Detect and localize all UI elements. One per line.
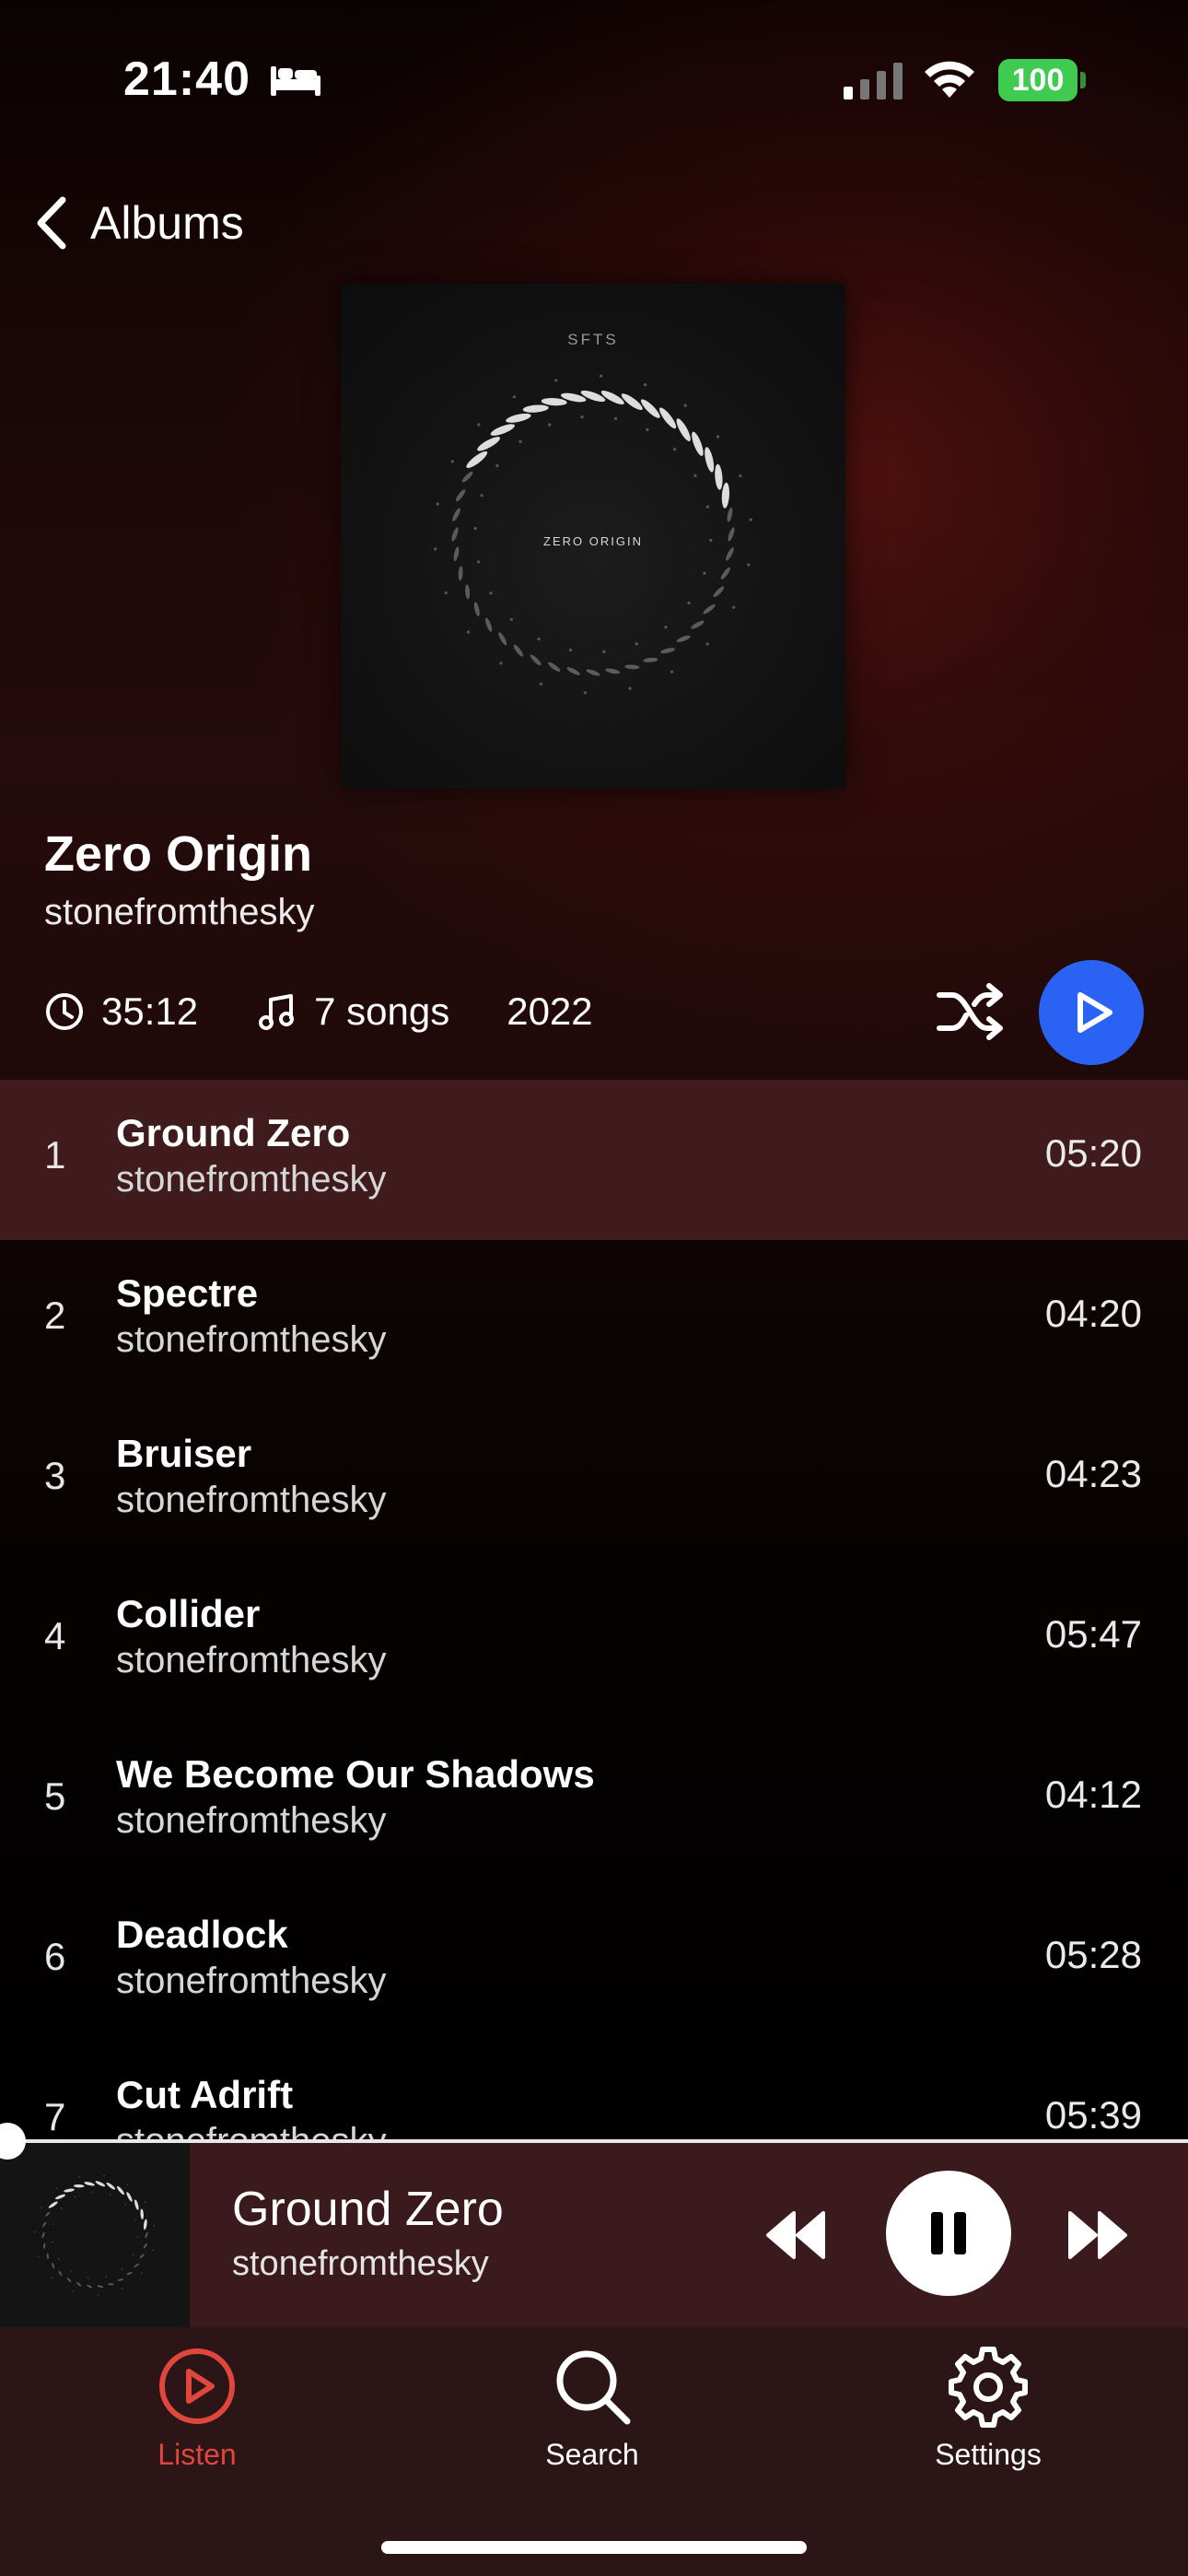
track-artist: stonefromthesky [116, 1640, 387, 1680]
clock-icon [46, 993, 83, 1030]
pause-icon [931, 2212, 966, 2254]
album-song-count-text: 7 songs [314, 989, 450, 1033]
tab-search-label: Search [545, 2438, 639, 2471]
track-row[interactable]: 4 Collider stonefromthesky 05:47 [0, 1561, 1188, 1721]
search-icon [556, 2350, 631, 2425]
track-title: Deadlock [116, 1913, 288, 1956]
play-circle-icon [159, 2348, 235, 2424]
track-number: 4 [44, 1614, 66, 1657]
track-artist: stonefromthesky [116, 1480, 387, 1520]
album-duration-text: 35:12 [101, 989, 199, 1033]
tab-listen-label: Listen [157, 2438, 237, 2471]
album-year: 2022 [507, 989, 593, 1033]
status-time: 21:40 [123, 53, 250, 106]
track-artist: stonefromthesky [116, 2121, 386, 2139]
track-duration: 05:39 [1044, 2093, 1142, 2137]
track-artist: stonefromthesky [116, 1319, 387, 1360]
track-duration: 04:20 [1044, 1292, 1142, 1335]
pause-button[interactable] [886, 2171, 1011, 2296]
track-row[interactable]: 6 Deadlock stonefromthesky 05:28 [0, 1881, 1188, 2042]
track-title: We Become Our Shadows [116, 1752, 595, 1796]
track-number: 1 [44, 1133, 66, 1177]
mini-player[interactable]: Ground Zero stonefromthesky [0, 2143, 1188, 2327]
back-to-albums-button[interactable]: Albums [33, 190, 244, 256]
cover-brand-text: SFTS [567, 331, 618, 348]
tab-settings-label: Settings [935, 2438, 1042, 2471]
gear-icon [949, 2347, 1028, 2428]
cellular-signal-icon [844, 63, 903, 100]
track-row[interactable]: 7 Cut Adrift stonefromthesky 05:39 [0, 2042, 1188, 2139]
tab-settings[interactable]: Settings [878, 2344, 1099, 2500]
album-artist: stonefromthesky [44, 892, 315, 932]
track-title: Cut Adrift [116, 2073, 294, 2116]
shuffle-icon[interactable] [936, 978, 1006, 1045]
track-duration: 04:23 [1044, 1452, 1142, 1495]
album-song-count: 7 songs [257, 989, 449, 1034]
track-artist: stonefromthesky [116, 1800, 387, 1841]
play-icon [1077, 992, 1112, 1033]
fast-forward-icon[interactable] [1065, 2206, 1131, 2265]
track-number: 5 [44, 1774, 66, 1818]
tab-listen[interactable]: Listen [87, 2344, 308, 2500]
now-playing-title: Ground Zero [232, 2183, 504, 2236]
track-title: Spectre [116, 1271, 259, 1315]
chevron-left-icon [37, 196, 66, 250]
music-note-icon [259, 994, 295, 1030]
track-number: 6 [44, 1935, 66, 1978]
rewind-icon[interactable] [763, 2206, 829, 2265]
track-row[interactable]: 5 We Become Our Shadows stonefromthesky 04:… [0, 1721, 1188, 1881]
track-duration: 05:47 [1044, 1612, 1142, 1656]
album-detail-screen: 21:40 100 Albums SFTS ZERO ORIGIN Zero O… [0, 0, 1188, 2576]
track-duration: 04:12 [1044, 1773, 1142, 1816]
track-row[interactable]: 3 Bruiser stonefromthesky 04:23 [0, 1400, 1188, 1561]
battery-tip [1080, 72, 1086, 88]
bed-icon [271, 66, 320, 96]
play-album-button[interactable] [1039, 960, 1144, 1065]
track-number: 7 [44, 2095, 66, 2138]
home-indicator [381, 2541, 807, 2554]
album-duration: 35:12 [44, 989, 198, 1034]
album-title: Zero Origin [44, 826, 313, 882]
battery-indicator: 100 [998, 59, 1077, 101]
track-artist: stonefromthesky [116, 1159, 387, 1200]
album-meta: 35:12 7 songs 2022 [44, 984, 593, 1039]
track-duration: 05:20 [1044, 1131, 1142, 1175]
track-row[interactable]: 2 Spectre stonefromthesky 04:20 [0, 1240, 1188, 1400]
wifi-icon [925, 61, 974, 98]
now-playing-artist: stonefromthesky [232, 2244, 489, 2283]
track-artist: stonefromthesky [116, 1961, 387, 2001]
track-row[interactable]: 1 Ground Zero stonefromthesky 05:20 [0, 1080, 1188, 1240]
cover-title-text: ZERO ORIGIN [543, 534, 643, 548]
track-title: Ground Zero [116, 1111, 351, 1154]
tab-bar: Listen Search Settings [0, 2327, 1188, 2576]
back-label: Albums [90, 197, 244, 249]
track-list: 1 Ground Zero stonefromthesky 05:20 2 Spectre… [0, 1080, 1188, 2139]
track-duration: 05:28 [1044, 1933, 1142, 1976]
tab-search[interactable]: Search [482, 2344, 703, 2500]
album-cover: SFTS ZERO ORIGIN [341, 284, 845, 789]
track-title: Bruiser [116, 1432, 252, 1475]
track-title: Collider [116, 1592, 261, 1635]
mini-player-cover [0, 2143, 190, 2327]
track-number: 3 [44, 1454, 66, 1497]
track-number: 2 [44, 1294, 66, 1337]
